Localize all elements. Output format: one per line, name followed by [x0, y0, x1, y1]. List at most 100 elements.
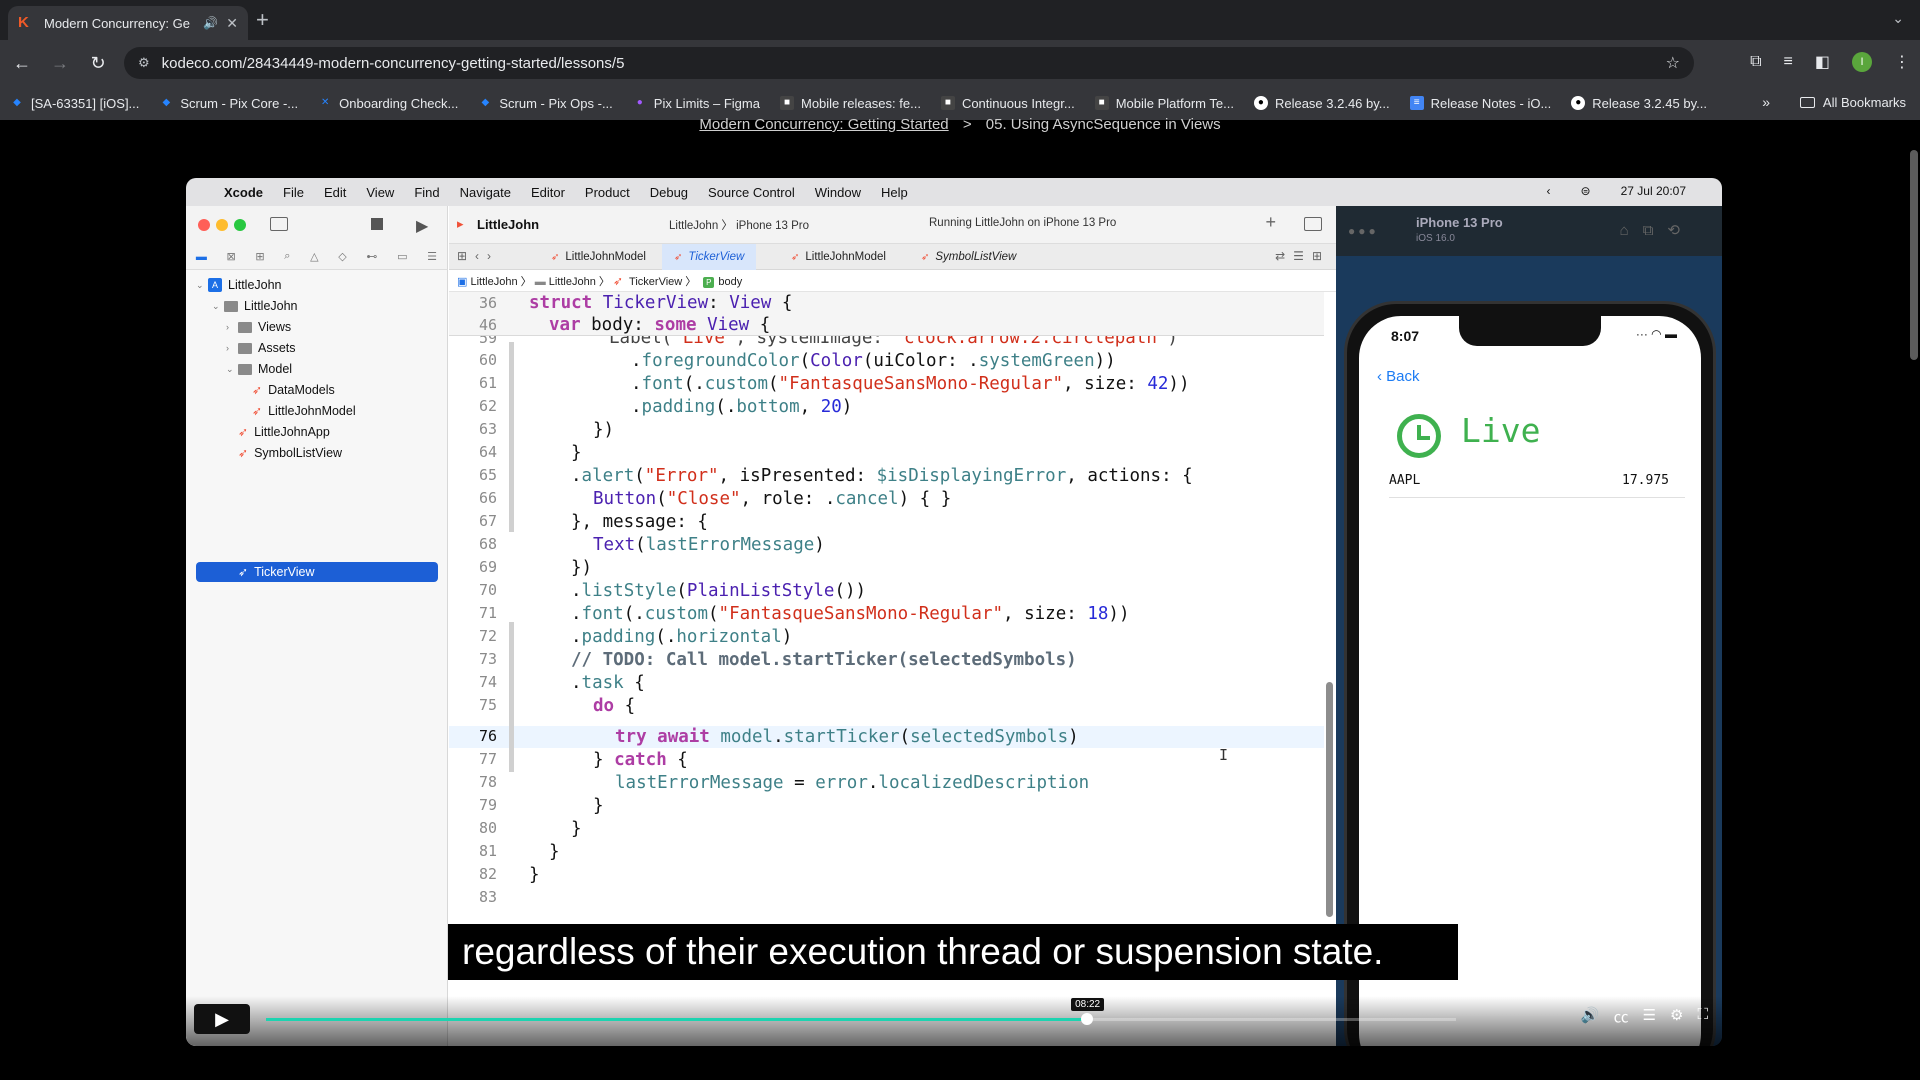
- forward-button[interactable]: →: [44, 53, 76, 74]
- build-status: Running LittleJohn on iPhone 13 Pro: [929, 217, 1117, 229]
- bookmark-item[interactable]: ■ Mobile releases: fe...: [779, 96, 921, 111]
- editor-tab-active: ➶ TickerView: [662, 244, 757, 270]
- code-line: .foregroundColor(Color(uiColor: .systemG…: [631, 351, 1116, 371]
- bookmark-site-icon: ■: [940, 96, 955, 110]
- bookmark-item[interactable]: ■ Continuous Integr...: [940, 96, 1075, 111]
- code-line: }: [529, 865, 540, 885]
- bookmark-item[interactable]: ● Release 3.2.46 by...: [1253, 96, 1390, 111]
- chevron-right-icon[interactable]: »: [1762, 94, 1770, 110]
- notch: [1459, 316, 1601, 346]
- jump-bar: ▣ LittleJohn 〉 ▬ LittleJohn 〉 ➶ TickerVie…: [449, 270, 1336, 292]
- back-button[interactable]: ←: [6, 53, 38, 74]
- bookmark-item[interactable]: ◆ Scrum - Pix Core -...: [159, 96, 299, 111]
- video-player[interactable]: Xcode File Edit View Find Navigate Edito…: [186, 178, 1722, 1046]
- captions-icon[interactable]: ㏄: [1614, 1006, 1629, 1027]
- code-line: var body: some View {: [549, 315, 771, 335]
- navigator-item: ➶ LittleJohnModel: [252, 401, 356, 421]
- swift-file-icon: ➶: [252, 404, 263, 418]
- fullscreen-icon[interactable]: ⛶: [1697, 1006, 1708, 1027]
- zoom-window-icon: [234, 219, 246, 231]
- line-number: 63: [478, 420, 497, 438]
- xcode-toolbar: ▸ LittleJohn LittleJohn 〉 iPhone 13 Pro …: [449, 206, 1336, 244]
- speaker-icon[interactable]: 🔊: [203, 16, 218, 30]
- settings-icon[interactable]: ⚙: [1670, 1006, 1683, 1027]
- transcript-icon[interactable]: ☰: [1643, 1006, 1656, 1027]
- reload-button[interactable]: ↻: [82, 53, 114, 74]
- bookmark-item[interactable]: ● Pix Limits – Figma: [633, 96, 760, 111]
- code-line: }): [593, 420, 615, 440]
- progress-bar[interactable]: 08:22: [266, 998, 1456, 1025]
- line-number: 82: [478, 865, 497, 883]
- new-tab-button[interactable]: +: [256, 8, 269, 32]
- progress-knob[interactable]: [1081, 1013, 1094, 1025]
- course-link[interactable]: Modern Concurrency: Getting Started: [699, 116, 948, 133]
- progress-fill: [266, 1018, 1088, 1021]
- code-fold-ribbon: [509, 622, 514, 772]
- scheme-selector: LittleJohn 〉 iPhone 13 Pro: [669, 220, 810, 232]
- site-info-icon[interactable]: ⚙: [138, 55, 150, 71]
- address-bar[interactable]: ⚙ kodeco.com/28434449-modern-concurrency…: [124, 47, 1694, 79]
- window-controls-icon: ●●●: [1348, 224, 1379, 238]
- editor-tab: ➶ SymbolListView: [921, 251, 1017, 263]
- warning-icon: △: [310, 251, 319, 263]
- report-icon: ☰: [427, 251, 438, 263]
- editor-tabs: ⊞‹› ➶ LittleJohnModel ➶ TickerView ➶ Little…: [449, 244, 1336, 270]
- volume-icon[interactable]: 🔊: [1581, 1006, 1600, 1027]
- bookmark-item[interactable]: ✕ Onboarding Check...: [318, 96, 458, 111]
- xcode-toolbar-left: ▶: [186, 206, 448, 244]
- code-line: }: [593, 796, 604, 816]
- close-icon[interactable]: ✕: [226, 15, 238, 32]
- bookmark-item[interactable]: ≡ Release Notes - iO...: [1409, 96, 1551, 111]
- folder-icon: [238, 321, 252, 333]
- side-panel-icon[interactable]: ◧: [1815, 52, 1830, 72]
- play-button[interactable]: ▶: [194, 1004, 250, 1034]
- bookmark-item[interactable]: ■ Mobile Platform Te...: [1094, 96, 1234, 111]
- line-number: 70: [478, 581, 497, 599]
- code-line: .font(.custom("FantasqueSansMono-Regular…: [631, 374, 1190, 394]
- code-line: .alert("Error", isPresented: $isDisplayi…: [571, 466, 1193, 486]
- code-comment: // TODO: Call model.startTicker(selected…: [571, 650, 1077, 670]
- chevron-down-icon[interactable]: ⌄: [1892, 10, 1904, 27]
- menu-item: File: [283, 184, 304, 200]
- bookmark-item[interactable]: ● Release 3.2.45 by...: [1571, 96, 1707, 111]
- line-number: 71: [478, 604, 497, 622]
- line-number: 79: [478, 796, 497, 814]
- media-icon[interactable]: ≡: [1784, 53, 1793, 71]
- line-number: 83: [478, 888, 497, 906]
- navigator-item: › Assets: [226, 341, 296, 355]
- star-icon[interactable]: ☆: [1666, 53, 1680, 73]
- extensions-icon[interactable]: ⧉: [1750, 53, 1761, 71]
- timestamp: 08:22: [1071, 998, 1105, 1011]
- bookmark-item[interactable]: ◆ [SA-63351] [iOS]...: [10, 96, 139, 111]
- line-number: 66: [478, 489, 497, 507]
- live-label: Live: [1461, 411, 1541, 450]
- bookmark-item[interactable]: ◆ Scrum - Pix Ops -...: [478, 96, 613, 111]
- code-line: Button("Close", role: .cancel) { }: [593, 489, 952, 509]
- kodeco-icon: K: [18, 14, 29, 31]
- code-line: .font(.custom("FantasqueSansMono-Regular…: [571, 604, 1130, 624]
- property-icon: P: [703, 277, 715, 288]
- folder-icon: ▬: [195, 250, 207, 263]
- tab-active[interactable]: K Modern Concurrency: Ge 🔊 ✕: [8, 6, 248, 40]
- menu-item: Edit: [323, 184, 347, 200]
- breadcrumb-separator: >: [962, 116, 972, 133]
- jira-icon: ◆: [13, 97, 21, 108]
- search-icon: ⌕: [284, 250, 291, 262]
- bookmarks-bar: ◆ [SA-63351] [iOS]... ◆ Scrum - Pix Core -…: [0, 86, 1920, 120]
- code-line: .padding(.horizontal): [571, 627, 793, 647]
- toolbar-actions: ⧉ ≡ ◧ I ⋮: [1750, 52, 1910, 72]
- project-icon: A: [208, 278, 222, 292]
- simulator-buttons-icon: ⌂⧉⟲: [1619, 222, 1694, 239]
- bookmark-site-icon: ■: [779, 96, 794, 110]
- line-number: 81: [478, 842, 497, 860]
- all-bookmarks-button[interactable]: All Bookmarks: [1799, 95, 1906, 110]
- code-fold-ribbon: [509, 442, 514, 532]
- page-scrollbar[interactable]: [1910, 150, 1918, 360]
- code-line: }, message: {: [571, 512, 708, 532]
- profile-avatar[interactable]: I: [1852, 52, 1872, 72]
- folder-icon: [224, 300, 238, 312]
- bookmark-site-icon: ■: [1094, 96, 1109, 110]
- tab-title: Modern Concurrency: Ge: [44, 15, 190, 31]
- close-window-icon: [198, 219, 210, 231]
- menu-icon[interactable]: ⋮: [1894, 52, 1910, 72]
